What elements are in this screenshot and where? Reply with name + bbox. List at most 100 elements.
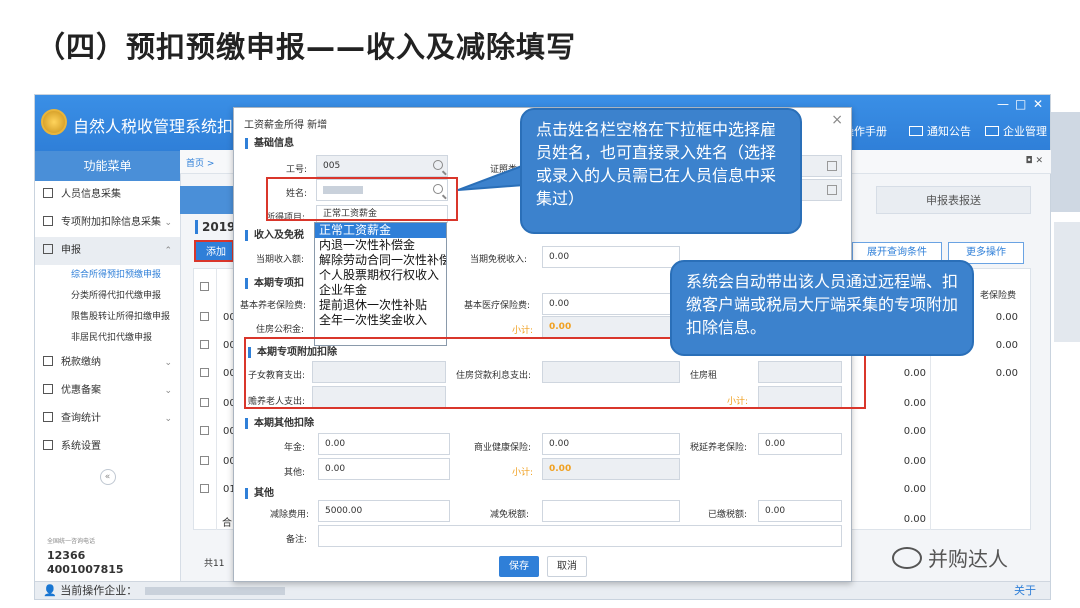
tab-controls[interactable]: ◘ ✕ — [1025, 156, 1043, 166]
year-label: 2019 — [195, 220, 235, 234]
table-row[interactable]: 01 — [200, 484, 236, 495]
tax-deferred-field[interactable]: 0.00 — [758, 433, 842, 455]
tax-deferred-label: 税延养老保险: — [690, 443, 748, 453]
remark-label: 备注: — [286, 535, 308, 545]
close-window-button[interactable]: ✕ — [1033, 97, 1043, 111]
cancel-button[interactable]: 取消 — [547, 556, 587, 577]
sidebar-item-person[interactable]: 人员信息采集 — [35, 181, 180, 209]
tab-report-submit[interactable]: 申报表报送 — [876, 186, 1031, 214]
hotline-number-2: 4001007815 — [47, 563, 124, 576]
breadcrumb[interactable]: 首页 > — [186, 156, 214, 169]
commercial-health-label: 商业健康保险: — [474, 443, 532, 453]
id-no-label: 工号: — [286, 165, 308, 175]
annuity-field[interactable]: 0.00 — [318, 433, 450, 455]
hotline-caption: 全国统一咨询电话 — [47, 538, 96, 545]
deduct-expense-field[interactable]: 5000.00 — [318, 500, 450, 522]
maximize-button[interactable]: □ — [1015, 97, 1026, 111]
paid-tax-field[interactable]: 0.00 — [758, 500, 842, 522]
doc-icon — [43, 384, 53, 394]
hotline-number-1: 12366 — [47, 549, 86, 562]
income-item-dropdown[interactable]: 正常工资薪金 内退一次性补偿金 解除劳动合同一次性补偿金 个人股票期权行权收入 … — [314, 222, 447, 346]
grid-value: 0.00 — [903, 484, 926, 495]
hotline: 全国统一咨询电话 12366 4001007815 — [47, 535, 124, 577]
dropdown-option[interactable]: 个人股票期权行权收入 — [315, 268, 446, 283]
id-no-field[interactable]: 005 — [316, 155, 448, 177]
calendar-icon — [827, 161, 837, 171]
dropdown-option[interactable]: 解除劳动合同一次性补偿金 — [315, 253, 446, 268]
save-button[interactable]: 保存 — [499, 556, 539, 577]
subtotal-label: 小计: — [512, 326, 534, 336]
grid-icon — [43, 244, 53, 254]
sidebar-item-special[interactable]: 专项附加扣除信息采集 ⌄ — [35, 209, 180, 237]
tax-relief-field[interactable] — [542, 500, 680, 522]
sidebar-sub-nonresident[interactable]: 非居民代扣代缴申报 — [35, 328, 180, 349]
pager: 共11 — [204, 559, 225, 569]
select-all-checkbox[interactable] — [200, 282, 223, 293]
watermark: 并购达人 — [892, 543, 1008, 572]
sidebar-sub-comprehensive[interactable]: 综合所得预扣预缴申报 — [35, 265, 180, 286]
grid-icon — [43, 440, 53, 450]
dropdown-option[interactable]: 企业年金 — [315, 283, 446, 298]
pension-label: 基本养老保险费: — [240, 301, 307, 311]
grid-value: 0.00 — [995, 312, 1018, 323]
table-row[interactable]: 00 — [200, 456, 236, 467]
medical-field[interactable]: 0.00 — [542, 293, 680, 315]
commercial-health-field[interactable]: 0.00 — [542, 433, 680, 455]
table-row[interactable]: 00 — [200, 340, 236, 351]
housing-fund-label: 住房公积金: — [256, 325, 305, 335]
table-row[interactable]: 00 — [200, 368, 236, 379]
medical-label: 基本医疗保险费: — [464, 301, 531, 311]
grid-value: 0.00 — [903, 426, 926, 437]
table-row[interactable]: 00 — [200, 426, 236, 437]
dropdown-option[interactable]: 内退一次性补偿金 — [315, 238, 446, 253]
wechat-icon — [892, 547, 922, 569]
grid-icon — [43, 412, 53, 422]
dropdown-option[interactable]: 提前退休一次性补贴 — [315, 298, 446, 313]
deduct-expense-label: 减除费用: — [270, 510, 310, 520]
table-row[interactable]: 00 — [200, 312, 236, 323]
dialog-title: 工资薪金所得 新增 — [244, 120, 328, 131]
grid-icon — [43, 356, 53, 366]
sidebar-sub-classified[interactable]: 分类所得代扣代缴申报 — [35, 286, 180, 307]
other-label: 其他: — [284, 468, 306, 478]
tax-emblem-icon — [41, 109, 67, 135]
sidebar-item-preferential[interactable]: 优惠备案 ⌄ — [35, 377, 180, 405]
dropdown-option[interactable]: 正常工资薪金 — [315, 223, 446, 238]
close-icon[interactable]: × — [831, 112, 843, 128]
section-income: 收入及免税 — [245, 230, 304, 241]
total-label: 合 — [222, 518, 232, 529]
collapse-sidebar-button[interactable]: « — [99, 469, 116, 485]
person-icon — [43, 188, 53, 198]
dropdown-option[interactable]: 全年一次性奖金收入 — [315, 313, 446, 328]
sidebar-sub-restricted[interactable]: 限售股转让所得扣缴申报 — [35, 307, 180, 328]
minimize-button[interactable]: — — [997, 97, 1009, 111]
about-link[interactable]: 关于 — [1014, 582, 1036, 599]
sidebar: 功能菜单 人员信息采集 专项附加扣除信息采集 ⌄ 申报 ⌃ 综合所得预扣预缴申报 分… — [35, 151, 181, 599]
sidebar-item-declare[interactable]: 申报 ⌃ — [35, 237, 180, 265]
blue-tab — [180, 186, 240, 214]
notice-link[interactable]: 通知公告 — [909, 123, 971, 139]
current-company-label: 当前操作企业： — [60, 584, 138, 597]
status-bar: 👤 当前操作企业： 关于 — [35, 581, 1050, 599]
sidebar-item-settings[interactable]: 系统设置 — [35, 433, 180, 461]
tax-free-income-label: 当期免税收入: — [470, 255, 528, 265]
app-title: 自然人税收管理系统扣缴 — [73, 117, 250, 136]
table-row[interactable]: 00 — [200, 398, 236, 409]
other-subtotal-field: 0.00 — [542, 458, 680, 480]
remark-field[interactable] — [318, 525, 842, 547]
sidebar-item-payment[interactable]: 税款缴纳 ⌄ — [35, 349, 180, 377]
enterprise-link[interactable]: 企业管理 — [985, 123, 1047, 139]
calendar-icon — [827, 185, 837, 195]
tax-relief-label: 减免税额: — [490, 510, 530, 520]
grid-value: 0.00 — [903, 456, 926, 467]
column-header: 老保险费 — [980, 291, 1017, 301]
grid-value: 0.00 — [903, 398, 926, 409]
section-special: 本期专项扣 — [245, 278, 304, 289]
add-button[interactable]: 添加 — [194, 240, 234, 262]
list-icon — [43, 216, 53, 226]
tax-free-income-field[interactable]: 0.00 — [542, 246, 680, 268]
grid-value: 0.00 — [903, 368, 926, 379]
sidebar-item-query[interactable]: 查询统计 ⌄ — [35, 405, 180, 433]
other-field[interactable]: 0.00 — [318, 458, 450, 480]
name-highlight-box — [266, 177, 458, 221]
